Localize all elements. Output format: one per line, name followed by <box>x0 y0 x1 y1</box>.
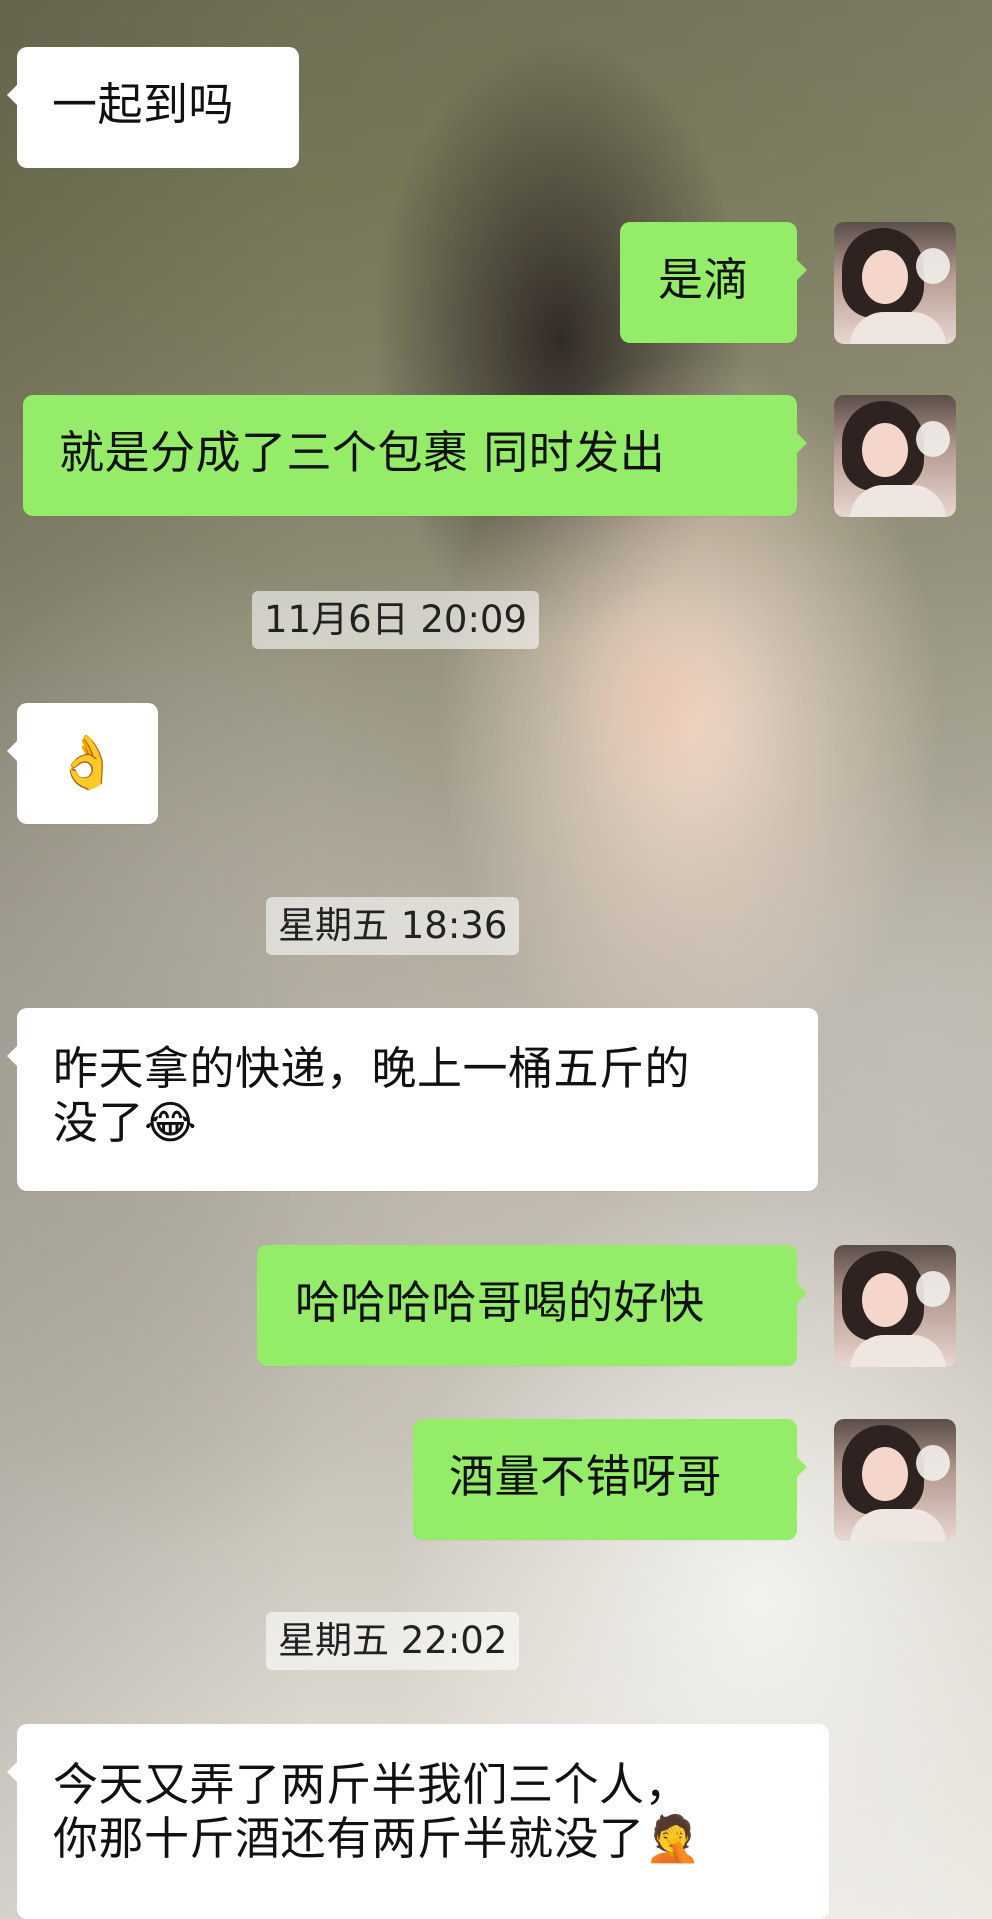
avatar-pet-shape <box>916 1445 950 1481</box>
avatar-face-shape <box>862 1273 908 1327</box>
message-text: 酒量不错呀哥 <box>449 1450 723 1503</box>
message-text: 是滴 <box>658 253 750 306</box>
avatar-pet-shape <box>916 1271 950 1307</box>
ok-hand-emoji: 👌 <box>54 733 121 793</box>
avatar-shoulder-shape <box>850 312 946 344</box>
user-avatar[interactable] <box>834 222 956 344</box>
message-text: 一起到吗 <box>52 78 235 131</box>
user-avatar[interactable] <box>834 395 956 517</box>
avatar-face-shape <box>862 423 908 477</box>
incoming-message-4[interactable]: 今天又弄了两斤半我们三个人， 你那十斤酒还有两斤半就没了🤦 <box>7 1724 829 1919</box>
user-avatar[interactable] <box>834 1245 956 1367</box>
outgoing-message-4[interactable]: 酒量不错呀哥 <box>413 1419 807 1540</box>
incoming-message-3[interactable]: 昨天拿的快递，晚上一桶五斤的 没了😂 <box>7 1008 818 1191</box>
incoming-message-1[interactable]: 一起到吗 <box>7 47 299 168</box>
message-text: 就是分成了三个包裹 同时发出 <box>59 426 666 479</box>
avatar-pet-shape <box>916 248 950 284</box>
avatar-face-shape <box>862 250 908 304</box>
avatar-pet-shape <box>916 421 950 457</box>
avatar-shoulder-shape <box>850 1335 946 1367</box>
outgoing-message-1[interactable]: 是滴 <box>620 222 807 343</box>
outgoing-message-3[interactable]: 哈哈哈哈哥喝的好快 <box>257 1245 807 1366</box>
timestamp-separator: 11月6日 20:09 <box>252 591 540 649</box>
avatar-shoulder-shape <box>850 1509 946 1541</box>
avatar-shoulder-shape <box>850 485 946 517</box>
user-avatar[interactable] <box>834 1419 956 1541</box>
message-text: 昨天拿的快递，晚上一桶五斤的 没了😂 <box>53 1042 691 1149</box>
incoming-message-2[interactable]: 👌 <box>7 703 158 824</box>
outgoing-message-2[interactable]: 就是分成了三个包裹 同时发出 <box>23 395 807 516</box>
timestamp-separator: 星期五 22:02 <box>266 1612 520 1670</box>
message-text: 哈哈哈哈哥喝的好快 <box>295 1276 705 1329</box>
message-text: 今天又弄了两斤半我们三个人， 你那十斤酒还有两斤半就没了🤦 <box>53 1758 702 1865</box>
avatar-face-shape <box>862 1447 908 1501</box>
timestamp-separator: 星期五 18:36 <box>266 897 520 955</box>
